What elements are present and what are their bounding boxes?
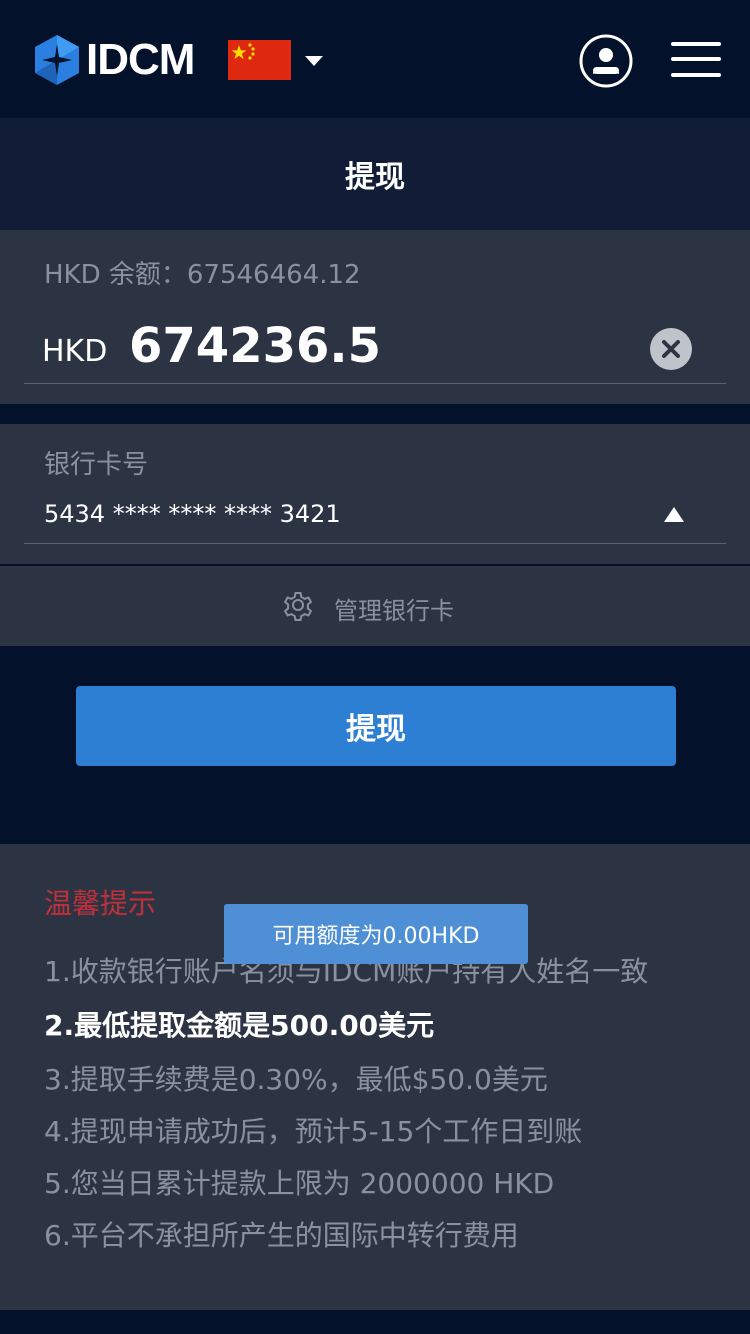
language-dropdown-icon[interactable] bbox=[305, 56, 323, 66]
tip-item: 4.提现申请成功后，预计5-15个工作日到账 bbox=[44, 1115, 583, 1148]
bank-card-label: 银行卡号 bbox=[44, 450, 149, 480]
user-account-icon[interactable] bbox=[579, 34, 633, 88]
balance-label: HKD 余额：67546464.12 bbox=[44, 260, 361, 290]
toast-message: 可用额度为0.00HKD bbox=[224, 904, 528, 964]
brand-name[interactable]: IDCM bbox=[86, 36, 195, 84]
hamburger-menu-icon[interactable] bbox=[671, 40, 721, 80]
amount-input-row[interactable]: HKD 674236.5 bbox=[24, 312, 726, 384]
manage-bank-card-label[interactable]: 管理银行卡 bbox=[334, 591, 454, 626]
tips-title: 温馨提示 bbox=[44, 887, 157, 920]
tip-item: 3.提取手续费是0.30%，最低$50.0美元 bbox=[44, 1063, 548, 1096]
withdraw-submit-button[interactable]: 提现 bbox=[76, 686, 676, 766]
amount-input[interactable]: 674236.5 bbox=[129, 318, 381, 374]
withdraw-page: IDCM 提现 HKD 余额：67546464.12 HKD 674236.5 … bbox=[0, 0, 750, 1334]
bank-card-select[interactable]: 5434 **** **** **** 3421 bbox=[24, 490, 726, 544]
top-nav: IDCM bbox=[0, 0, 750, 118]
tip-item: 5.您当日累计提款上限为 2000000 HKD bbox=[44, 1167, 555, 1200]
caret-up-icon[interactable] bbox=[664, 507, 684, 522]
china-flag-icon[interactable] bbox=[228, 40, 291, 80]
page-title-bar: 提现 bbox=[0, 118, 750, 230]
tip-item: 2.最低提取金额是500.00美元 bbox=[44, 1009, 435, 1042]
idcm-logo-icon[interactable] bbox=[32, 34, 82, 86]
gear-icon bbox=[283, 592, 313, 621]
amount-currency: HKD bbox=[42, 334, 108, 369]
bank-card-number: 5434 **** **** **** 3421 bbox=[44, 500, 341, 528]
tip-item: 6.平台不承担所产生的国际中转行费用 bbox=[44, 1219, 519, 1252]
page-title: 提现 bbox=[345, 160, 405, 195]
clear-icon[interactable] bbox=[650, 328, 692, 370]
